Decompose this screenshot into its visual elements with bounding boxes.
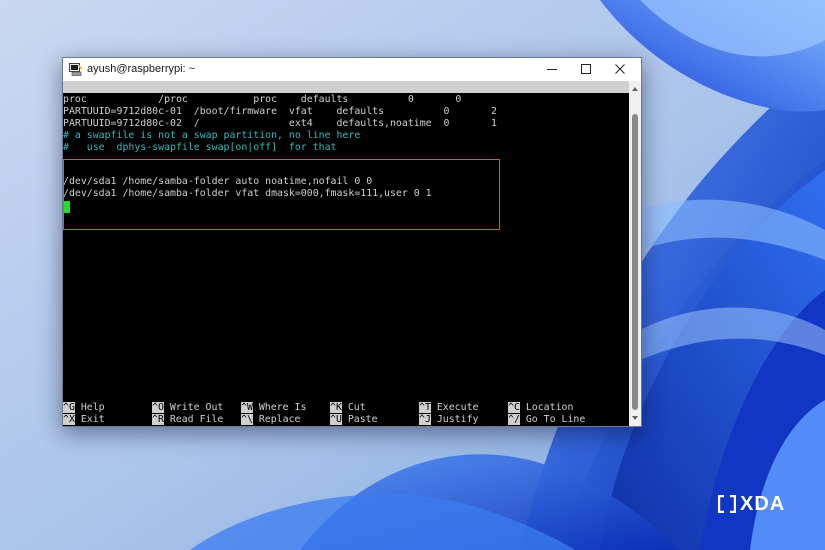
shortcut-go-to-line[interactable]: ^/ Go To Line xyxy=(508,414,585,426)
close-icon xyxy=(615,64,625,74)
file-line-comment[interactable]: # a swapfile is not a swap partition, no… xyxy=(63,130,629,142)
shortcut-execute[interactable]: ^T Execute xyxy=(419,402,478,414)
file-line[interactable]: PARTUUID=9712d80c-02 / ext4 defaults,noa… xyxy=(63,118,629,130)
shortcut-paste[interactable]: ^U Paste xyxy=(330,414,378,426)
terminal-window[interactable]: ayush@raspberrypi: ~ GNU nano 7.2 /etc/f… xyxy=(62,57,642,427)
shortcut-row-2: ^X Exit ^R Read File ^\ Replace ^U Paste… xyxy=(63,414,629,426)
nano-editor[interactable]: GNU nano 7.2 /etc/fstab * proc /proc pro… xyxy=(63,81,629,426)
xda-watermark-text: XDA xyxy=(740,493,786,515)
putty-terminal-icon xyxy=(69,63,83,76)
shortcut-help[interactable]: ^G Help xyxy=(63,402,105,414)
shortcut-read-file[interactable]: ^R Read File xyxy=(152,414,223,426)
scroll-down-arrow-icon[interactable] xyxy=(629,412,641,424)
shortcut-where-is[interactable]: ^W Where Is xyxy=(241,402,306,414)
shortcut-exit[interactable]: ^X Exit xyxy=(63,414,105,426)
minimize-button[interactable] xyxy=(535,58,569,81)
nano-header-bar: GNU nano 7.2 /etc/fstab * xyxy=(63,81,629,116)
scrollbar-thumb[interactable] xyxy=(632,114,638,410)
file-line-comment[interactable]: # use dphys-swapfile swap[on|off] for th… xyxy=(63,142,629,154)
minimize-icon xyxy=(547,69,557,70)
shortcut-location[interactable]: ^C Location xyxy=(508,402,573,414)
shortcut-cut[interactable]: ^K Cut xyxy=(330,402,366,414)
maximize-icon xyxy=(581,64,591,74)
highlight-annotation-box xyxy=(63,159,500,230)
title-bar[interactable]: ayush@raspberrypi: ~ xyxy=(63,58,641,81)
shortcut-justify[interactable]: ^J Justify xyxy=(419,414,478,426)
vertical-scrollbar[interactable] xyxy=(629,81,641,426)
maximize-button[interactable] xyxy=(569,58,603,81)
window-title: ayush@raspberrypi: ~ xyxy=(87,63,196,75)
close-button[interactable] xyxy=(603,58,637,81)
xda-logo-icon xyxy=(718,495,736,513)
scroll-up-arrow-icon[interactable] xyxy=(629,83,641,95)
file-line[interactable]: PARTUUID=9712d80c-01 /boot/firmware vfat… xyxy=(63,106,629,118)
shortcut-row-1: ^G Help ^O Write Out ^W Where Is ^K Cut … xyxy=(63,402,629,414)
shortcut-replace[interactable]: ^\ Replace xyxy=(241,414,300,426)
shortcut-write-out[interactable]: ^O Write Out xyxy=(152,402,223,414)
file-line[interactable]: proc /proc proc defaults 0 0 xyxy=(63,94,629,106)
